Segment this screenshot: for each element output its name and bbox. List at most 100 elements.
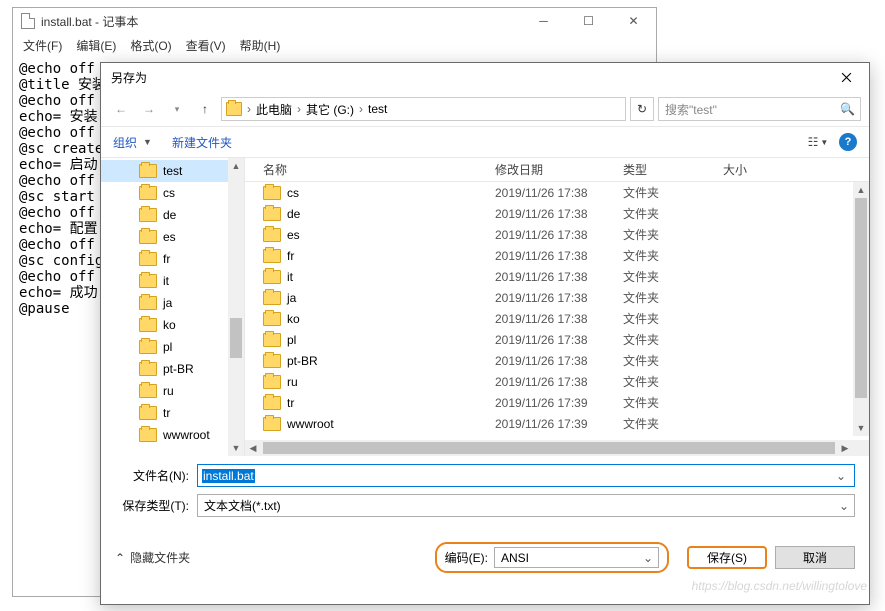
folder-icon [139,384,157,398]
column-type[interactable]: 类型 [623,161,723,178]
tree-item[interactable]: fr [101,248,244,270]
list-row[interactable]: ru2019/11/26 17:38文件夹 [245,371,869,392]
cancel-button[interactable]: 取消 [775,546,855,569]
row-name: wwwroot [287,417,334,431]
scroll-down-icon[interactable]: ▼ [853,420,869,436]
breadcrumb-item[interactable]: 其它 (G:) [306,101,354,118]
organize-button[interactable]: 组织 [113,134,137,151]
chevron-down-icon[interactable]: ▼ [143,137,152,147]
list-row[interactable]: fr2019/11/26 17:38文件夹 [245,245,869,266]
scroll-right-icon[interactable]: ▶ [837,440,853,456]
view-options-button[interactable]: ☷ ▼ [803,131,833,153]
breadcrumb-bar[interactable]: › 此电脑 › 其它 (G:) › test ⌄ [221,97,626,121]
tree-item[interactable]: ko [101,314,244,336]
minimize-button[interactable]: ─ [521,8,566,34]
list-row[interactable]: ja2019/11/26 17:38文件夹 [245,287,869,308]
tree-item[interactable]: de [101,204,244,226]
row-date: 2019/11/26 17:38 [495,186,623,200]
tree-scrollbar[interactable]: ▲ ▼ [228,158,244,456]
column-date[interactable]: 修改日期 [495,161,623,178]
tree-item[interactable]: es [101,226,244,248]
folder-icon [139,186,157,200]
folder-icon [263,291,281,305]
tree-item[interactable]: tr [101,402,244,424]
notepad-menubar: 文件(F) 编辑(E) 格式(O) 查看(V) 帮助(H) [13,34,656,57]
list-vscrollbar[interactable]: ▲ ▼ [853,182,869,436]
list-row[interactable]: cs2019/11/26 17:38文件夹 [245,182,869,203]
filename-input[interactable]: install.bat ⌄ [197,464,855,487]
row-name: cs [287,186,299,200]
tree-item[interactable]: cs [101,182,244,204]
list-row[interactable]: zh-Hans2019/11/26 17:39文件夹 [245,434,869,436]
scrollbar-thumb[interactable] [230,318,242,358]
breadcrumb-item[interactable]: 此电脑 [256,101,292,118]
menu-format[interactable]: 格式(O) [130,37,171,54]
folder-icon [139,318,157,332]
save-button[interactable]: 保存(S) [687,546,767,569]
dialog-titlebar[interactable]: 另存为 [101,63,869,92]
notepad-titlebar[interactable]: install.bat - 记事本 ─ ☐ ✕ [13,8,656,34]
document-icon [21,13,35,29]
menu-help[interactable]: 帮助(H) [240,37,281,54]
refresh-button[interactable]: ↻ [630,97,654,121]
forward-button[interactable]: → [137,97,161,121]
search-input[interactable]: 搜索"test" 🔍 [658,97,861,121]
new-folder-button[interactable]: 新建文件夹 [172,134,232,151]
tree-item[interactable]: ja [101,292,244,314]
scrollbar-thumb[interactable] [855,198,867,398]
encoding-label: 编码(E): [445,549,488,566]
list-row[interactable]: es2019/11/26 17:38文件夹 [245,224,869,245]
column-size[interactable]: 大小 [723,161,869,178]
hide-folders-toggle[interactable]: ⌃ 隐藏文件夹 [115,549,190,566]
list-row[interactable]: it2019/11/26 17:38文件夹 [245,266,869,287]
chevron-down-icon[interactable]: ⌄ [832,469,850,483]
recent-dropdown[interactable]: ▾ [165,97,189,121]
list-row[interactable]: pt-BR2019/11/26 17:38文件夹 [245,350,869,371]
tree-item-label: es [163,230,176,244]
scroll-up-icon[interactable]: ▲ [853,182,869,198]
list-row[interactable]: de2019/11/26 17:38文件夹 [245,203,869,224]
tree-item[interactable]: ru [101,380,244,402]
breadcrumb-item[interactable]: test [368,102,387,116]
encoding-select[interactable]: ANSI ⌄ [494,547,659,568]
row-date: 2019/11/26 17:38 [495,333,623,347]
list-row[interactable]: pl2019/11/26 17:38文件夹 [245,329,869,350]
tree-item[interactable]: pt-BR [101,358,244,380]
folder-icon [263,375,281,389]
menu-edit[interactable]: 编辑(E) [76,37,116,54]
list-row[interactable]: ko2019/11/26 17:38文件夹 [245,308,869,329]
chevron-down-icon: ⌄ [643,551,653,565]
row-type: 文件夹 [623,415,723,432]
scrollbar-thumb[interactable] [263,442,835,454]
tree-item[interactable]: pl [101,336,244,358]
menu-view[interactable]: 查看(V) [186,37,226,54]
row-type: 文件夹 [623,394,723,411]
row-name: de [287,207,300,221]
help-button[interactable]: ? [839,133,857,151]
scroll-left-icon[interactable]: ◀ [245,440,261,456]
tree-item[interactable]: test [101,160,244,182]
folder-icon [263,333,281,347]
chevron-right-icon: › [247,102,251,116]
scroll-down-icon[interactable]: ▼ [228,440,244,456]
scroll-up-icon[interactable]: ▲ [228,158,244,174]
list-row[interactable]: tr2019/11/26 17:39文件夹 [245,392,869,413]
folder-tree[interactable]: test cs de es fritjakoplpt-BRrutr wwwroot ▲ ▼ [101,158,245,456]
close-button[interactable]: ✕ [611,8,656,34]
tree-item[interactable]: it [101,270,244,292]
up-button[interactable]: ↑ [193,97,217,121]
menu-file[interactable]: 文件(F) [23,37,62,54]
back-button[interactable]: ← [109,97,133,121]
tree-item-label: cs [163,186,175,200]
filetype-select[interactable]: 文本文档(*.txt) ⌄ [197,494,855,517]
folder-icon [263,270,281,284]
list-row[interactable]: wwwroot2019/11/26 17:39文件夹 [245,413,869,434]
column-name[interactable]: 名称 [245,161,495,178]
tree-item-label: wwwroot [163,428,210,442]
dialog-close-button[interactable] [824,63,869,92]
list-hscrollbar[interactable]: ◀ ▶ [245,440,853,456]
tree-item[interactable]: wwwroot [101,424,244,446]
row-type: 文件夹 [623,226,723,243]
maximize-button[interactable]: ☐ [566,8,611,34]
row-type: 文件夹 [623,268,723,285]
